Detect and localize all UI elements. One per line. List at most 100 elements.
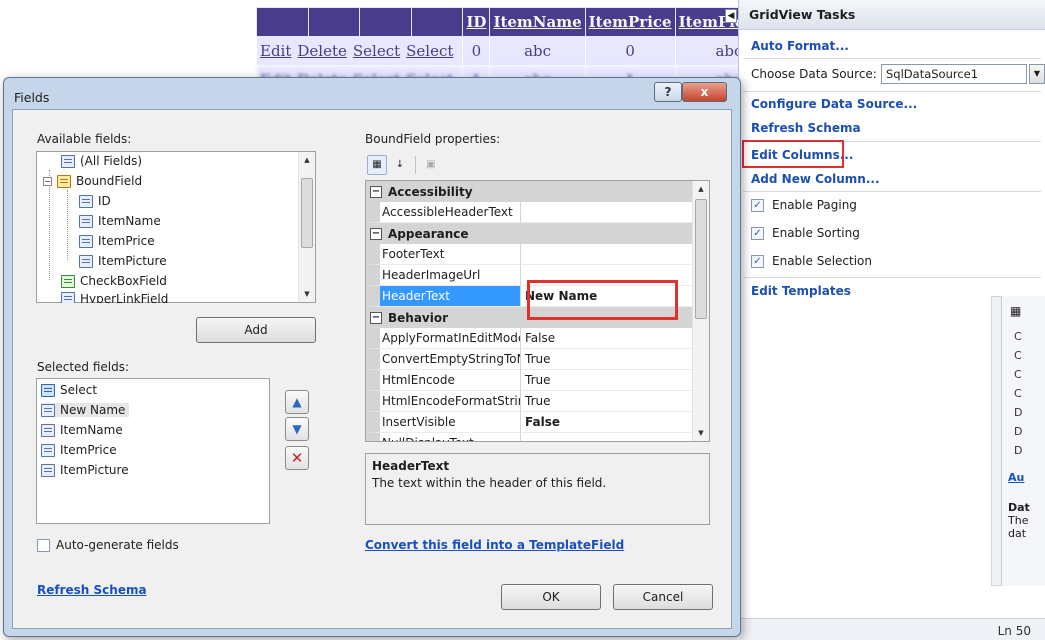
scroll-down-icon[interactable]: ▼ <box>693 425 709 441</box>
field-icon <box>61 154 75 168</box>
categorized-view-icon[interactable]: ▦ <box>367 155 387 175</box>
checkbox-checked-icon[interactable]: ✓ <box>751 254 764 268</box>
property-value[interactable]: True <box>521 349 693 370</box>
background-desc-title: Dat <box>1008 501 1030 514</box>
tree-item-all-fields[interactable]: (All Fields) <box>61 154 142 168</box>
checkbox-checked-icon[interactable]: ✓ <box>751 198 764 212</box>
checkbox-checked-icon[interactable]: ✓ <box>751 226 764 240</box>
category-appearance[interactable]: − Appearance <box>366 223 693 244</box>
available-fields-tree[interactable]: (All Fields) − BoundField ID ItemName It… <box>36 151 316 303</box>
property-value[interactable] <box>521 433 693 441</box>
configure-data-source-link[interactable]: Configure Data Source... <box>751 97 917 111</box>
selected-field-itempicture[interactable]: ItemPicture <box>41 463 129 477</box>
background-link[interactable]: Au <box>1002 463 1045 485</box>
grid-header-itemname[interactable]: ItemName <box>489 7 586 37</box>
auto-generate-row[interactable]: Auto-generate fields <box>37 538 179 552</box>
collapse-icon[interactable]: − <box>370 311 382 324</box>
scroll-up-icon[interactable]: ▲ <box>299 152 315 168</box>
collapse-icon[interactable]: − <box>370 227 382 240</box>
delete-x-icon: ✕ <box>290 449 304 467</box>
checkbox-unchecked-icon[interactable] <box>37 538 50 552</box>
auto-format-link[interactable]: Auto Format... <box>751 39 849 53</box>
grid-header-cell <box>256 7 309 37</box>
grid-header-row: ID ItemName ItemPrice ItemPicture <box>256 7 784 37</box>
property-pages-icon[interactable]: ▣ <box>421 155 441 175</box>
alphabetical-sort-icon[interactable]: ↓ <box>390 155 410 175</box>
tree-item-checkboxfield[interactable]: CheckBoxField <box>61 274 167 288</box>
selected-field-itemprice[interactable]: ItemPrice <box>41 443 117 457</box>
scroll-thumb[interactable] <box>695 199 707 319</box>
help-button[interactable]: ? <box>654 82 682 102</box>
category-accessibility[interactable]: − Accessibility <box>366 181 693 202</box>
property-grid-scrollbar[interactable]: ▲ ▼ <box>692 181 709 441</box>
tree-item-itemname[interactable]: ItemName <box>79 214 161 228</box>
selected-field-new-name[interactable]: New Name <box>41 403 130 417</box>
property-value[interactable]: True <box>521 391 693 412</box>
property-row-insertvisible[interactable]: InsertVisible False <box>366 412 693 433</box>
available-fields-scrollbar[interactable]: ▲ ▼ <box>298 152 315 302</box>
add-new-column-link[interactable]: Add New Column... <box>751 172 880 186</box>
data-source-select[interactable]: SqlDataSource1 <box>881 64 1027 84</box>
tree-item-itemprice[interactable]: ItemPrice <box>79 234 155 248</box>
property-value[interactable]: False <box>521 328 693 349</box>
property-value[interactable]: True <box>521 370 693 391</box>
close-button[interactable]: x <box>682 82 727 102</box>
grid-command-cell: Edit Delete Select Select <box>255 36 464 66</box>
refresh-schema-link[interactable]: Refresh Schema <box>751 121 861 135</box>
field-icon <box>41 423 55 437</box>
description-title: HeaderText <box>372 459 450 473</box>
scroll-up-icon[interactable]: ▲ <box>693 181 709 197</box>
tree-item-id[interactable]: ID <box>79 194 111 208</box>
move-up-button[interactable]: ▲ <box>285 390 309 414</box>
property-row-convertemptystringtonull[interactable]: ConvertEmptyStringToNull True <box>366 349 693 370</box>
grid-delete-link[interactable]: Delete <box>297 42 346 60</box>
tree-item-label: ID <box>98 194 111 208</box>
property-row-accessibleheadertext[interactable]: AccessibleHeaderText <box>366 202 693 223</box>
property-value[interactable] <box>521 202 693 223</box>
scroll-down-icon[interactable]: ▼ <box>299 286 315 302</box>
property-row-htmlencodeformatstring[interactable]: HtmlEncodeFormatString True <box>366 391 693 412</box>
grid-header-id[interactable]: ID <box>462 7 491 37</box>
divider <box>743 277 1041 278</box>
properties-toolbar-icon[interactable]: ▦ <box>1002 296 1045 330</box>
property-description: HeaderText The text within the header of… <box>365 453 710 525</box>
add-button[interactable]: Add <box>196 317 316 343</box>
status-bar: Ln 50 <box>740 618 1045 640</box>
tree-item-itempicture[interactable]: ItemPicture <box>79 254 167 268</box>
grid-edit-link[interactable]: Edit <box>260 42 291 60</box>
dropdown-arrow-icon[interactable]: ▼ <box>1029 64 1045 84</box>
collapse-chevron-icon[interactable]: ◀ <box>725 9 737 23</box>
ok-button[interactable]: OK <box>501 584 601 610</box>
tree-item-label: ItemPicture <box>98 254 167 268</box>
enable-sorting-row[interactable]: ✓ Enable Sorting <box>751 226 860 240</box>
collapse-icon[interactable]: − <box>43 176 52 186</box>
collapse-icon[interactable]: − <box>370 185 382 198</box>
enable-paging-row[interactable]: ✓ Enable Paging <box>751 198 857 212</box>
scroll-thumb[interactable] <box>301 178 313 248</box>
property-name: ConvertEmptyStringToNull <box>366 349 521 370</box>
remove-field-button[interactable]: ✕ <box>285 446 309 470</box>
property-row-htmlencode[interactable]: HtmlEncode True <box>366 370 693 391</box>
edit-templates-link[interactable]: Edit Templates <box>751 284 851 298</box>
refresh-schema-link[interactable]: Refresh Schema <box>37 583 147 597</box>
grid-header-cell <box>307 7 361 37</box>
grid-select-link[interactable]: Select <box>353 42 400 60</box>
grid-select-link[interactable]: Select <box>406 42 453 60</box>
property-row-footertext[interactable]: FooterText <box>366 244 693 265</box>
property-row-nulldisplaytext[interactable]: NullDisplayText <box>366 433 693 441</box>
move-down-button[interactable]: ▼ <box>285 417 309 441</box>
tree-item-boundfield[interactable]: − BoundField <box>43 174 142 188</box>
enable-selection-row[interactable]: ✓ Enable Selection <box>751 254 872 268</box>
property-value[interactable] <box>521 244 693 265</box>
property-row-applyformatineditmode[interactable]: ApplyFormatInEditMode False <box>366 328 693 349</box>
cancel-button[interactable]: Cancel <box>613 584 713 610</box>
convert-to-templatefield-link[interactable]: Convert this field into a TemplateField <box>365 538 624 552</box>
line-indicator: Ln 50 <box>997 624 1031 638</box>
property-value[interactable]: False <box>521 412 693 433</box>
property-grid-toolbar: ▦ ↓ ▣ <box>365 152 710 178</box>
selected-fields-list[interactable]: Select New Name ItemName ItemPrice ItemP… <box>36 378 270 524</box>
selected-field-select[interactable]: Select <box>41 383 97 397</box>
grid-header-itemprice[interactable]: ItemPrice <box>584 7 676 37</box>
selected-field-itemname[interactable]: ItemName <box>41 423 123 437</box>
tree-item-hyperlinkfield[interactable]: HyperLinkField <box>61 292 168 303</box>
